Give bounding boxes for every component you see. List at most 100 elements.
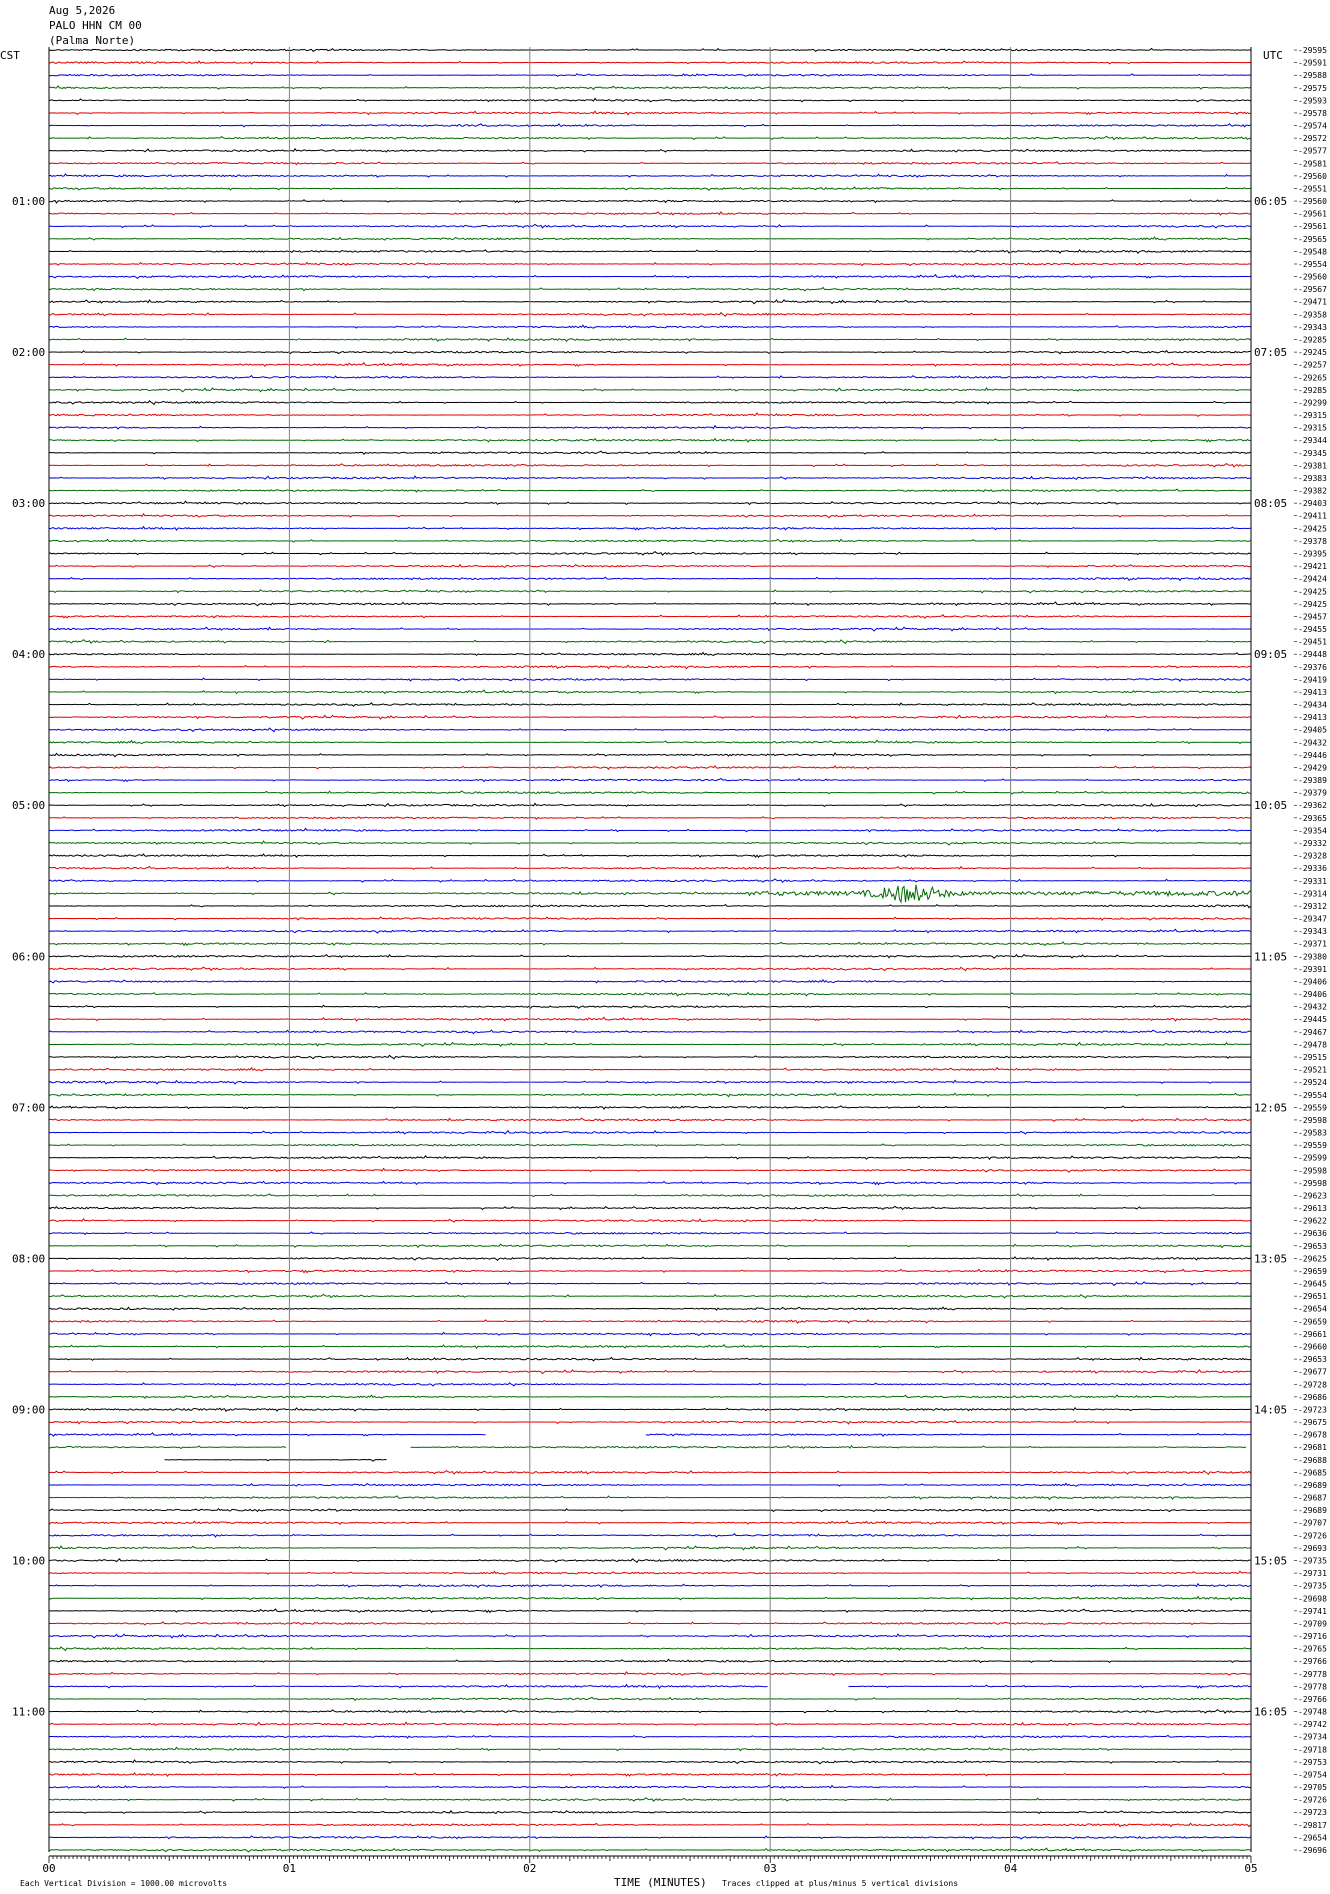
trace-17	[48, 261, 1251, 267]
trace-offset-label: -29661	[1298, 1330, 1327, 1339]
left-hour-label: 03:00	[12, 497, 45, 510]
trace-offset-label: -29561	[1298, 210, 1327, 219]
trace-offset-label: -29598	[1298, 1179, 1327, 1188]
trace-offset-label: -29754	[1298, 1770, 1327, 1779]
trace-37	[48, 512, 1251, 519]
trace-offset-label: -29347	[1298, 915, 1327, 924]
trace-offset-label: -29434	[1298, 701, 1327, 710]
trace-82	[48, 1079, 1251, 1085]
trace-offset-label: -29560	[1298, 273, 1327, 282]
trace-offset-label: -29678	[1298, 1431, 1327, 1440]
trace-offset-label: -29457	[1298, 612, 1327, 621]
trace-offset-label: -29425	[1298, 600, 1327, 609]
trace-73	[48, 966, 1251, 972]
trace-23	[48, 337, 1251, 343]
trace-92	[48, 1205, 1251, 1211]
trace-offset-label: -29653	[1298, 1355, 1327, 1364]
trace-offset-label: -29723	[1298, 1405, 1327, 1414]
trace-offset-label: -29574	[1298, 122, 1327, 131]
trace-66	[48, 878, 1251, 884]
trace-99	[48, 1293, 1251, 1299]
trace-96	[48, 1256, 1251, 1262]
trace-122	[48, 1582, 1251, 1589]
trace-43	[48, 589, 1251, 594]
x-axis-title: TIME (MINUTES)	[614, 1876, 707, 1889]
trace-offset-label: -29405	[1298, 726, 1327, 735]
trace-offset-label: -29524	[1298, 1078, 1327, 1087]
trace-67	[48, 884, 1251, 904]
trace-25	[48, 362, 1251, 367]
trace-offset-label: -29285	[1298, 386, 1327, 395]
trace-offset-label: -29432	[1298, 738, 1327, 747]
trace-offset-label: -29687	[1298, 1494, 1327, 1503]
trace-38	[48, 525, 1251, 531]
trace-112	[164, 1458, 387, 1462]
trace-135	[48, 1746, 1251, 1752]
trace-offset-label: -29265	[1298, 373, 1327, 382]
trace-95	[48, 1243, 1251, 1249]
trace-offset-label: -29345	[1298, 449, 1327, 458]
x-tick-label-05: 05	[1244, 1862, 1257, 1875]
trace-offset-label: -29726	[1298, 1796, 1327, 1805]
trace-49	[48, 664, 1251, 670]
scale-note: Each Vertical Division = 1000.00 microvo…	[20, 1879, 228, 1888]
trace-31	[48, 437, 1251, 443]
trace-89	[48, 1167, 1251, 1173]
trace-86	[48, 1129, 1251, 1135]
trace-110	[48, 1432, 1251, 1438]
trace-offset-label: -29677	[1298, 1368, 1327, 1377]
trace-offset-label: -29561	[1298, 222, 1327, 231]
trace-offset-label: -29336	[1298, 864, 1327, 873]
trace-offset-label: -29709	[1298, 1619, 1327, 1628]
trace-offset-label: -29659	[1298, 1317, 1327, 1326]
trace-offset-label: -29651	[1298, 1292, 1327, 1301]
right-hour-label: 06:05	[1254, 195, 1287, 208]
trace-offset-label: -29312	[1298, 902, 1327, 911]
trace-offset-label: -29718	[1298, 1745, 1327, 1754]
trace-offset-label: -29315	[1298, 424, 1327, 433]
trace-119	[48, 1545, 1251, 1551]
trace-126	[48, 1633, 1251, 1639]
trace-offset-label: -29548	[1298, 247, 1327, 256]
trace-offset-label: -29583	[1298, 1129, 1327, 1138]
trace-134	[48, 1734, 1251, 1739]
trace-offset-label: -29381	[1298, 461, 1327, 470]
trace-offset-label: -29521	[1298, 1066, 1327, 1075]
trace-offset-label: -29766	[1298, 1657, 1327, 1666]
trace-offset-label: -29575	[1298, 84, 1327, 93]
right-hour-label: 10:05	[1254, 799, 1287, 812]
trace-137	[48, 1771, 1251, 1778]
trace-offset-label: -29660	[1298, 1343, 1327, 1352]
right-hour-label: 16:05	[1254, 1706, 1287, 1719]
trace-15	[48, 236, 1251, 241]
right-hour-label: 12:05	[1254, 1101, 1287, 1114]
trace-32	[48, 450, 1251, 455]
trace-offset-label: -29654	[1298, 1833, 1327, 1842]
trace-offset-label: -29413	[1298, 713, 1327, 722]
trace-offset-label: -29365	[1298, 814, 1327, 823]
trace-78	[48, 1029, 1251, 1035]
trace-offset-label: -29765	[1298, 1645, 1327, 1654]
trace-139	[48, 1797, 1251, 1802]
trace-113	[48, 1469, 1251, 1476]
trace-46	[48, 626, 1251, 632]
trace-offset-label: -29354	[1298, 826, 1327, 835]
trace-offset-label: -29625	[1298, 1254, 1327, 1263]
left-hour-label: 06:00	[12, 950, 45, 963]
trace-54	[48, 727, 1251, 733]
trace-106	[48, 1382, 1251, 1387]
trace-offset-label: -29623	[1298, 1191, 1327, 1200]
trace-44	[48, 601, 1251, 607]
trace-7	[48, 135, 1251, 141]
trace-offset-label: -29593	[1298, 96, 1327, 105]
trace-offset-label: -29362	[1298, 801, 1327, 810]
trace-offset-label: -29735	[1298, 1556, 1327, 1565]
trace-offset-label: -29705	[1298, 1783, 1327, 1792]
trace-13	[48, 211, 1251, 216]
trace-103	[48, 1344, 1251, 1350]
trace-133	[48, 1721, 1251, 1727]
trace-16	[48, 249, 1251, 255]
trace-offset-label: -29451	[1298, 638, 1327, 647]
trace-131	[48, 1696, 1251, 1702]
x-tick-label-02: 02	[523, 1862, 536, 1875]
